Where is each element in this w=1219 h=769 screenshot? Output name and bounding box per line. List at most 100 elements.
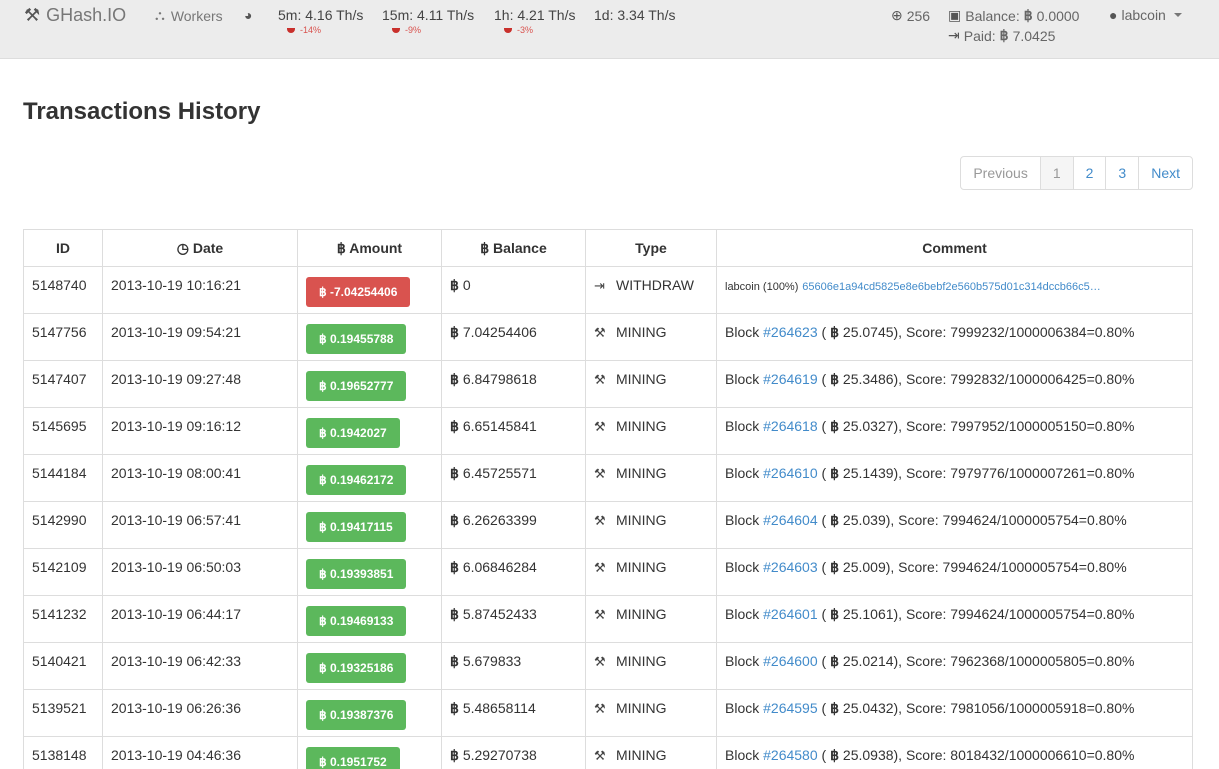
user-menu[interactable]: ● labcoin [1109,7,1182,23]
block-link[interactable]: #264603 [763,559,818,575]
header-date: ◷ Date [102,229,298,267]
cell-id: 5144184 [23,454,103,502]
block-link[interactable]: #264601 [763,606,818,622]
cell-comment: Block #264580 ( ฿ 25.0938), Score: 80184… [716,736,1193,769]
bitcoin-icon: ฿ [319,614,327,628]
top-navbar: ⚒ GHash.IO ⛬ Workers ◕ 5m: 4.16 Th/s -14… [0,0,1219,59]
block-link[interactable]: #264595 [763,700,818,716]
next-page-button[interactable]: Next [1138,157,1192,189]
bitcoin-icon: ฿ [319,426,327,440]
wallet-icon: ▣ [948,7,962,23]
cell-amount: ฿ 0.1951752 [297,736,442,769]
cell-type: ⚒ MINING [585,595,717,643]
block-reward: 25.0214 [842,653,894,669]
amount-badge: ฿ 0.19325186 [306,653,407,683]
workers-link[interactable]: ⛬ Workers [155,7,223,24]
block-link[interactable]: #264580 [763,747,818,763]
page-2-button[interactable]: 2 [1072,157,1106,189]
block-link[interactable]: #264600 [763,653,818,669]
pickaxe-icon: ⚒ [594,654,606,669]
trend-down-icon [287,27,295,33]
user-name: labcoin [1121,7,1166,23]
cell-balance: ฿ 5.679833 [441,642,586,690]
block-reward: 25.039 [842,512,886,528]
block-link[interactable]: #264623 [763,324,818,340]
block-link[interactable]: #264610 [763,465,818,481]
cell-balance: ฿ 5.87452433 [441,595,586,643]
block-link[interactable]: #264618 [763,418,818,434]
block-reward: 25.0432 [842,700,894,716]
pickaxe-icon: ⚒ [594,419,606,434]
transactions-table: ID ◷ Date ฿ Amount ฿ Balance Type Commen… [23,229,1193,769]
cell-comment: Block #264623 ( ฿ 25.0745), Score: 79992… [716,313,1193,361]
bitcoin-icon: ฿ [830,700,840,716]
table-row: 5141232 2013-10-19 06:44:17 ฿ 0.19469133 ฿ … [23,595,1193,643]
brand[interactable]: ⚒ GHash.IO [24,5,126,26]
transaction-hash-link[interactable]: 65606e1a94cd5825e8e6bebf2e560b575d01c314… [802,281,1101,293]
hashrate-15m-label: 15m: 4.11 Th/s [382,7,475,23]
bitcoin-icon: ฿ [830,559,840,575]
bitcoin-icon: ฿ [830,747,840,763]
sitemap-icon: ⛬ [155,7,165,23]
comment-block-word: Block [725,700,760,716]
bitcoin-icon: ฿ [450,324,459,340]
bitcoin-icon: ฿ [319,379,327,393]
previous-page-button[interactable]: Previous [961,157,1039,189]
cell-comment: Block #264601 ( ฿ 25.1061), Score: 79946… [716,595,1193,643]
cell-balance: ฿ 6.26263399 [441,501,586,549]
amount-badge: ฿ 0.1951752 [306,747,400,769]
bitcoin-icon: ฿ [450,371,459,387]
hashrate-1d-label: 1d: 3.34 Th/s [594,7,676,23]
cell-type: ⇥ WITHDRAW [585,266,717,314]
page-1-button[interactable]: 1 [1039,157,1073,189]
block-link[interactable]: #264619 [763,371,818,387]
page-title: Transactions History [23,98,261,125]
balance: ▣ Balance: ฿ 0.0000 [948,7,1079,24]
cell-date: 2013-10-19 10:16:21 [102,266,298,314]
hashrate-5m-delta: -14% [287,25,321,35]
bitcoin-icon: ฿ [830,606,840,622]
block-reward: 25.1439 [842,465,894,481]
cell-balance: ฿ 5.29270738 [441,736,586,769]
hashrate-5m: 5m: 4.16 Th/s -14% [278,7,364,35]
comment-block-word: Block [725,512,760,528]
hashrate-1h-delta: -3% [504,25,533,35]
block-score: ), Score: 8018432/1000006610=0.80% [893,747,1135,763]
comment-block-word: Block [725,559,760,575]
difficulty-value: 256 [906,7,931,24]
cell-type: ⚒ MINING [585,689,717,737]
block-score: ), Score: 7992832/1000006425=0.80% [893,371,1135,387]
amount-badge: ฿ 0.19417115 [306,512,406,542]
pickaxe-icon: ⚒ [594,607,606,622]
pickaxe-icon: ⚒ [594,466,606,481]
table-row: 5138148 2013-10-19 04:46:36 ฿ 0.1951752 ฿ 5… [23,736,1193,769]
comment-block-word: Block [725,747,760,763]
bitcoin-icon: ฿ [319,473,327,487]
page-3-button[interactable]: 3 [1105,157,1138,189]
user-icon: ● [1109,7,1118,23]
cell-amount: ฿ 0.19652777 [297,360,442,408]
bitcoin-icon: ฿ [999,27,1009,43]
balance-value: 0.0000 [1036,7,1080,24]
block-score: ), Score: 7994624/1000005754=0.80% [885,512,1127,528]
cell-type: ⚒ MINING [585,360,717,408]
cell-type: ⚒ MINING [585,407,717,455]
bitcoin-icon: ฿ [830,371,840,387]
cell-comment: Block #264619 ( ฿ 25.3486), Score: 79928… [716,360,1193,408]
cell-date: 2013-10-19 08:00:41 [102,454,298,502]
sign-out-icon: ⇥ [594,278,605,293]
pickaxe-icon: ⚒ [594,560,606,575]
block-link[interactable]: #264604 [763,512,818,528]
cell-date: 2013-10-19 09:16:12 [102,407,298,455]
table-row: 5147756 2013-10-19 09:54:21 ฿ 0.19455788 ฿ … [23,313,1193,361]
workers-label: Workers [170,7,223,24]
table-row: 5145695 2013-10-19 09:16:12 ฿ 0.1942027 ฿ 6… [23,407,1193,455]
pickaxe-icon: ⚒ [594,748,606,763]
bitcoin-icon: ฿ [319,567,327,581]
cell-comment: Block #264603 ( ฿ 25.009), Score: 799462… [716,548,1193,596]
amount-badge: ฿ 0.19462172 [306,465,407,495]
bitcoin-icon: ฿ [450,418,459,434]
hashrate-5m-label: 5m: 4.16 Th/s [278,7,364,23]
cell-date: 2013-10-19 09:27:48 [102,360,298,408]
cell-id: 5147756 [23,313,103,361]
